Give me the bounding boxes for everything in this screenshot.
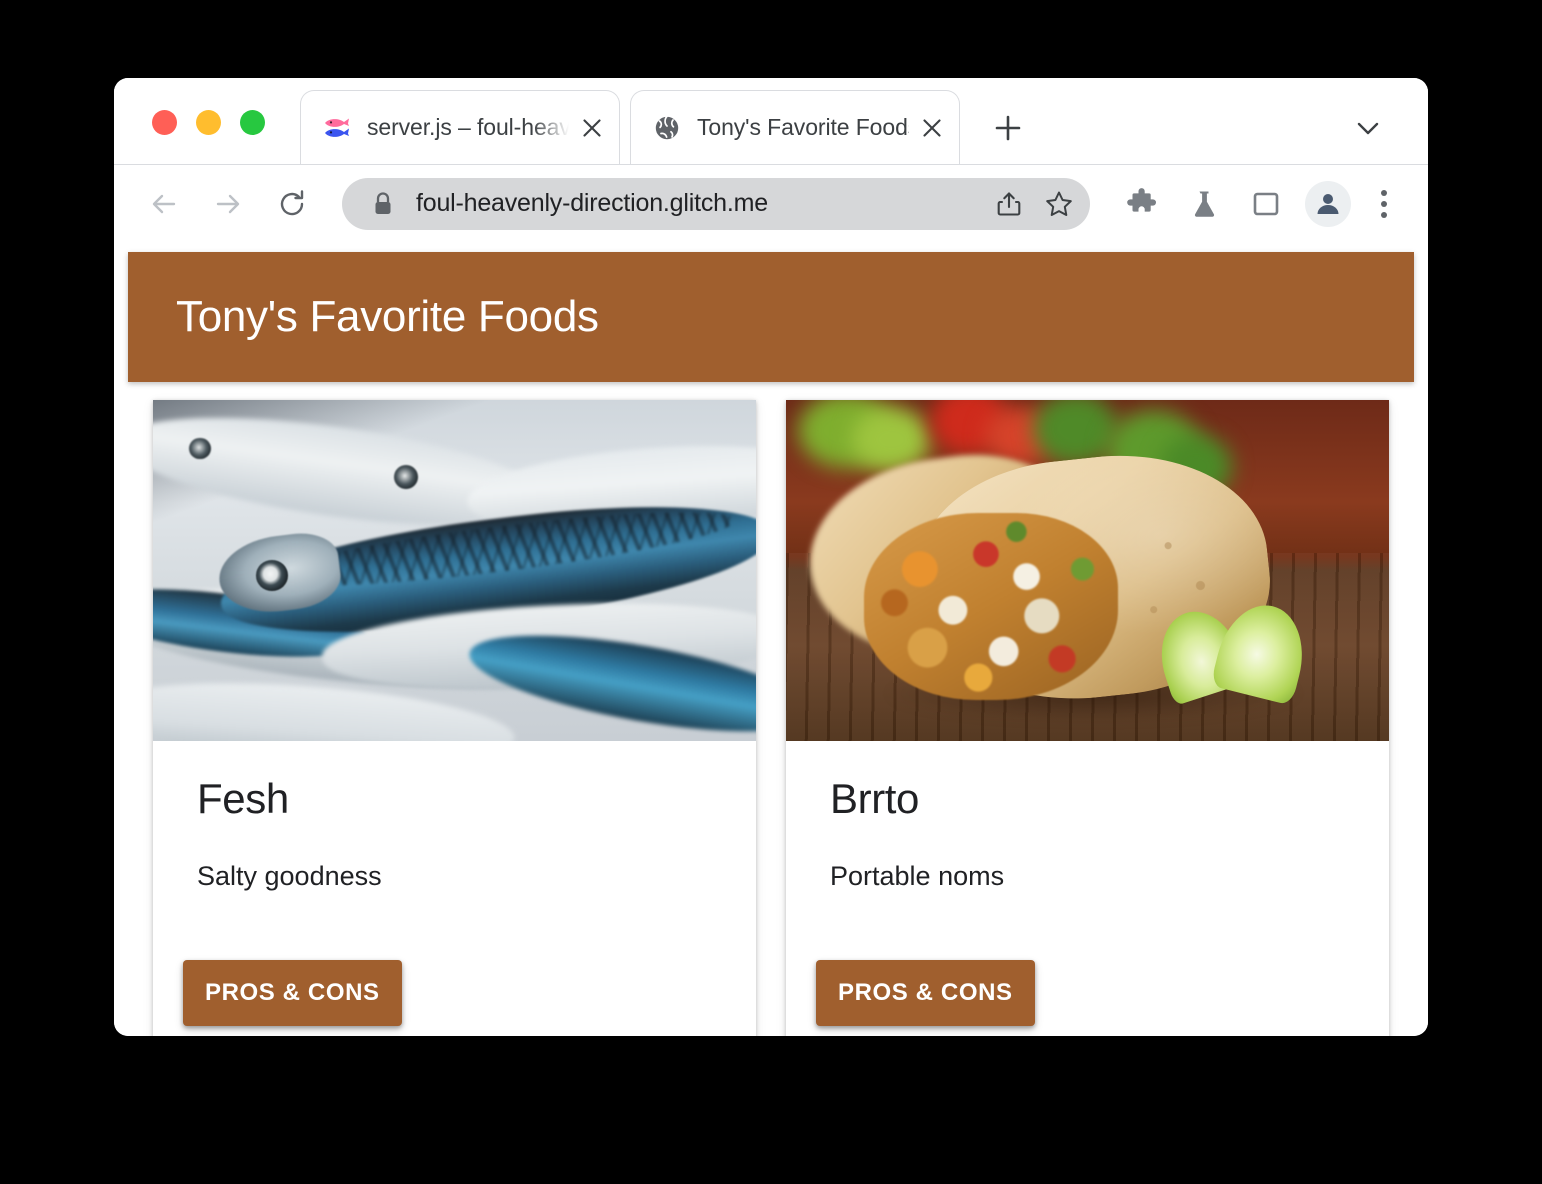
close-tab-button[interactable] (915, 111, 949, 145)
globe-favicon (653, 114, 681, 142)
card-heading: Brrto (830, 775, 920, 822)
card-body: Fesh Salty goodness (153, 741, 756, 892)
photo-layer (864, 512, 1118, 701)
pros-and-cons-button[interactable]: PROS & CONS (183, 960, 402, 1026)
fish-favicon (323, 114, 351, 142)
close-tab-button[interactable] (575, 111, 609, 145)
maximize-window-button[interactable] (240, 110, 265, 135)
menu-dot (1381, 211, 1387, 218)
site-header: Tony's Favorite Foods (128, 252, 1414, 382)
close-window-button[interactable] (152, 110, 177, 135)
three-dot-menu-icon[interactable] (1364, 178, 1404, 230)
tab-title: Tony's Favorite Foods (697, 114, 909, 140)
address-bar[interactable]: foul-heavenly-direction.glitch.me (342, 177, 1090, 230)
burrito-photo-image (786, 400, 1389, 741)
profile-avatar[interactable] (1302, 178, 1354, 230)
extensions-puzzle-icon[interactable] (1116, 178, 1168, 230)
burrito-photo (786, 400, 1389, 741)
card-heading: Fesh (197, 775, 289, 822)
share-icon[interactable] (984, 179, 1034, 229)
card-body: Brrto Portable noms (786, 741, 1389, 892)
minimize-window-button[interactable] (196, 110, 221, 135)
menu-dot (1381, 200, 1387, 207)
side-panel-icon[interactable] (1240, 178, 1292, 230)
tab-strip: server.js – foul-heavenly-dir Tony's F (114, 78, 1428, 164)
menu-dot (1381, 189, 1387, 196)
pros-and-cons-button[interactable]: PROS & CONS (816, 960, 1035, 1026)
food-card-grid: Fesh Salty goodness PROS & CONS Brrto Po… (153, 400, 1389, 1036)
window-controls (152, 110, 265, 135)
card-actions: PROS & CONS (153, 960, 756, 1036)
forward-button[interactable] (204, 180, 252, 228)
tab-tonys-favorite-foods[interactable]: Tony's Favorite Foods (630, 90, 960, 164)
avatar (1305, 180, 1351, 227)
fish-photo-image (153, 400, 756, 741)
tab-title: server.js – foul-heavenly-dir (367, 114, 569, 140)
labs-flask-icon[interactable] (1178, 178, 1230, 230)
new-tab-button[interactable] (982, 102, 1034, 154)
photo-layer (1033, 400, 1118, 465)
page-title: Tony's Favorite Foods (176, 292, 599, 341)
tab-server-js[interactable]: server.js – foul-heavenly-dir (300, 90, 620, 164)
browser-toolbar: foul-heavenly-direction.glitch.me (114, 164, 1428, 242)
card-subtitle: Salty goodness (197, 861, 382, 891)
food-card[interactable]: Brrto Portable noms PROS & CONS (786, 400, 1389, 1036)
bookmark-star-icon[interactable] (1034, 179, 1084, 229)
photo-layer (189, 437, 211, 460)
lock-icon (372, 191, 394, 217)
card-actions: PROS & CONS (786, 960, 1389, 1036)
page-viewport: Tony's Favorite Foods Fesh Salty goodnes… (114, 242, 1428, 1036)
card-subtitle: Portable noms (830, 861, 1005, 891)
tabs-row: server.js – foul-heavenly-dir Tony's F (300, 86, 1428, 164)
fish-photo (153, 400, 756, 741)
back-button[interactable] (140, 180, 188, 228)
tab-search-chevron-down-icon[interactable] (1342, 102, 1394, 154)
reload-button[interactable] (268, 180, 316, 228)
browser-window: server.js – foul-heavenly-dir Tony's F (114, 78, 1428, 1036)
photo-layer (394, 464, 419, 489)
food-card[interactable]: Fesh Salty goodness PROS & CONS (153, 400, 756, 1036)
url-text: foul-heavenly-direction.glitch.me (416, 189, 768, 217)
photo-layer (255, 560, 289, 591)
